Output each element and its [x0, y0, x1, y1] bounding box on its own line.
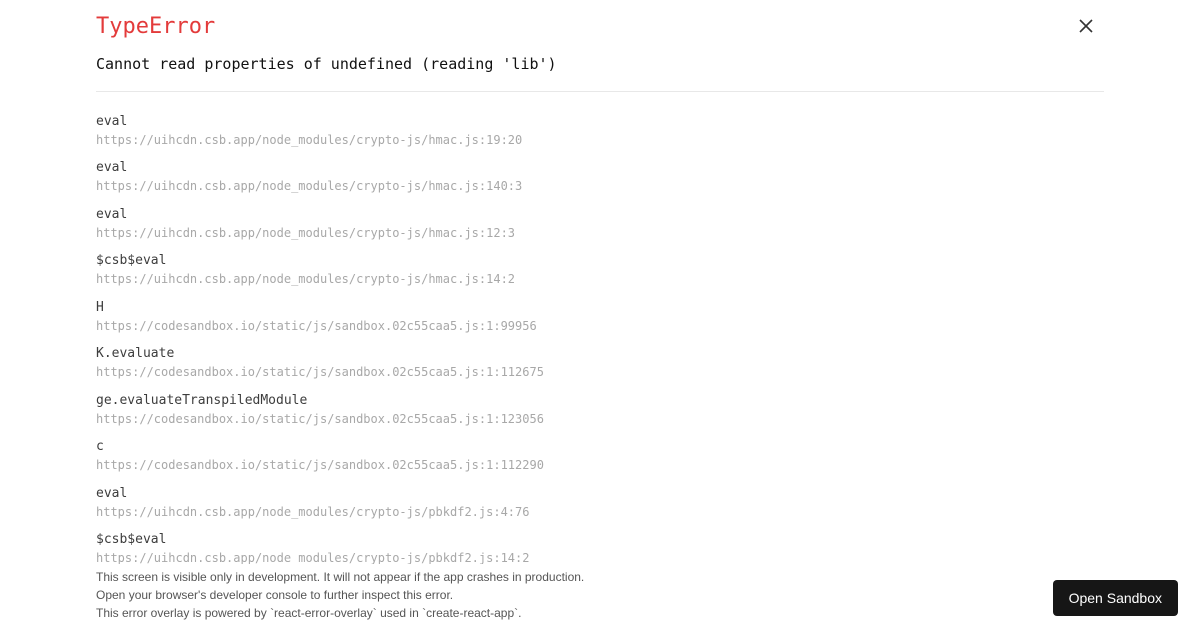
footer-line: Open your browser's developer console to… [96, 586, 584, 604]
error-overlay: TypeError Cannot read properties of unde… [0, 0, 1200, 630]
stack-frame-location: https://uihcdn.csb.app/node_modules/cryp… [96, 226, 1104, 242]
stack-frame: K.evaluate https://codesandbox.io/static/… [96, 346, 1104, 380]
footer-line: This screen is visible only in developme… [96, 568, 584, 586]
stack-frame-function: $csb$eval [96, 532, 1104, 549]
stack-frame-location: https://uihcdn.csb.app/node_modules/cryp… [96, 272, 1104, 288]
stack-trace: eval https://uihcdn.csb.app/node_modules/… [96, 114, 1104, 564]
stack-frame: eval https://uihcdn.csb.app/node_modules/… [96, 160, 1104, 194]
stack-frame-function: c [96, 439, 1104, 456]
stack-frame-location: https://uihcdn.csb.app/node_modules/cryp… [96, 133, 1104, 149]
stack-frame-function: $csb$eval [96, 253, 1104, 270]
close-button[interactable] [1076, 16, 1096, 36]
stack-frame-location: https://uihcdn.csb.app/node_modules/cryp… [96, 179, 1104, 195]
stack-frame-function: eval [96, 114, 1104, 131]
stack-frame: eval https://uihcdn.csb.app/node_modules/… [96, 486, 1104, 520]
open-sandbox-button[interactable]: Open Sandbox [1053, 580, 1178, 616]
stack-frame-location: https://codesandbox.io/static/js/sandbox… [96, 412, 1104, 428]
stack-frame-location: https://codesandbox.io/static/js/sandbox… [96, 365, 1104, 381]
stack-frame-function: eval [96, 486, 1104, 503]
close-icon [1078, 18, 1094, 34]
stack-frame-location: https://uihcdn.csb.app/node_modules/cryp… [96, 505, 1104, 521]
stack-frame-location: https://uihcdn.csb.app/node_modules/cryp… [96, 551, 1104, 564]
stack-frame: $csb$eval https://uihcdn.csb.app/node_mod… [96, 253, 1104, 287]
footer-notes: This screen is visible only in developme… [96, 566, 584, 622]
stack-frame-location: https://codesandbox.io/static/js/sandbox… [96, 458, 1104, 474]
stack-frame-function: eval [96, 207, 1104, 224]
stack-frame-function: eval [96, 160, 1104, 177]
footer-line: This error overlay is powered by `react-… [96, 604, 584, 622]
stack-frame-location: https://codesandbox.io/static/js/sandbox… [96, 319, 1104, 335]
stack-frame: ge.evaluateTranspiledModule https://codes… [96, 393, 1104, 427]
stack-frame-function: H [96, 300, 1104, 317]
stack-frame: eval https://uihcdn.csb.app/node_modules/… [96, 207, 1104, 241]
stack-frame-function: ge.evaluateTranspiledModule [96, 393, 1104, 410]
stack-frame: Hhttps://codesandbox.io/static/js/sandbo… [96, 300, 1104, 334]
error-type: TypeError [96, 14, 1104, 39]
stack-frame: $csb$eval https://uihcdn.csb.app/node_mod… [96, 532, 1104, 564]
error-message: Cannot read properties of undefined (rea… [96, 55, 1104, 92]
stack-frame: eval https://uihcdn.csb.app/node_modules/… [96, 114, 1104, 148]
stack-frame-function: K.evaluate [96, 346, 1104, 363]
stack-frame: c https://codesandbox.io/static/js/sandbo… [96, 439, 1104, 473]
